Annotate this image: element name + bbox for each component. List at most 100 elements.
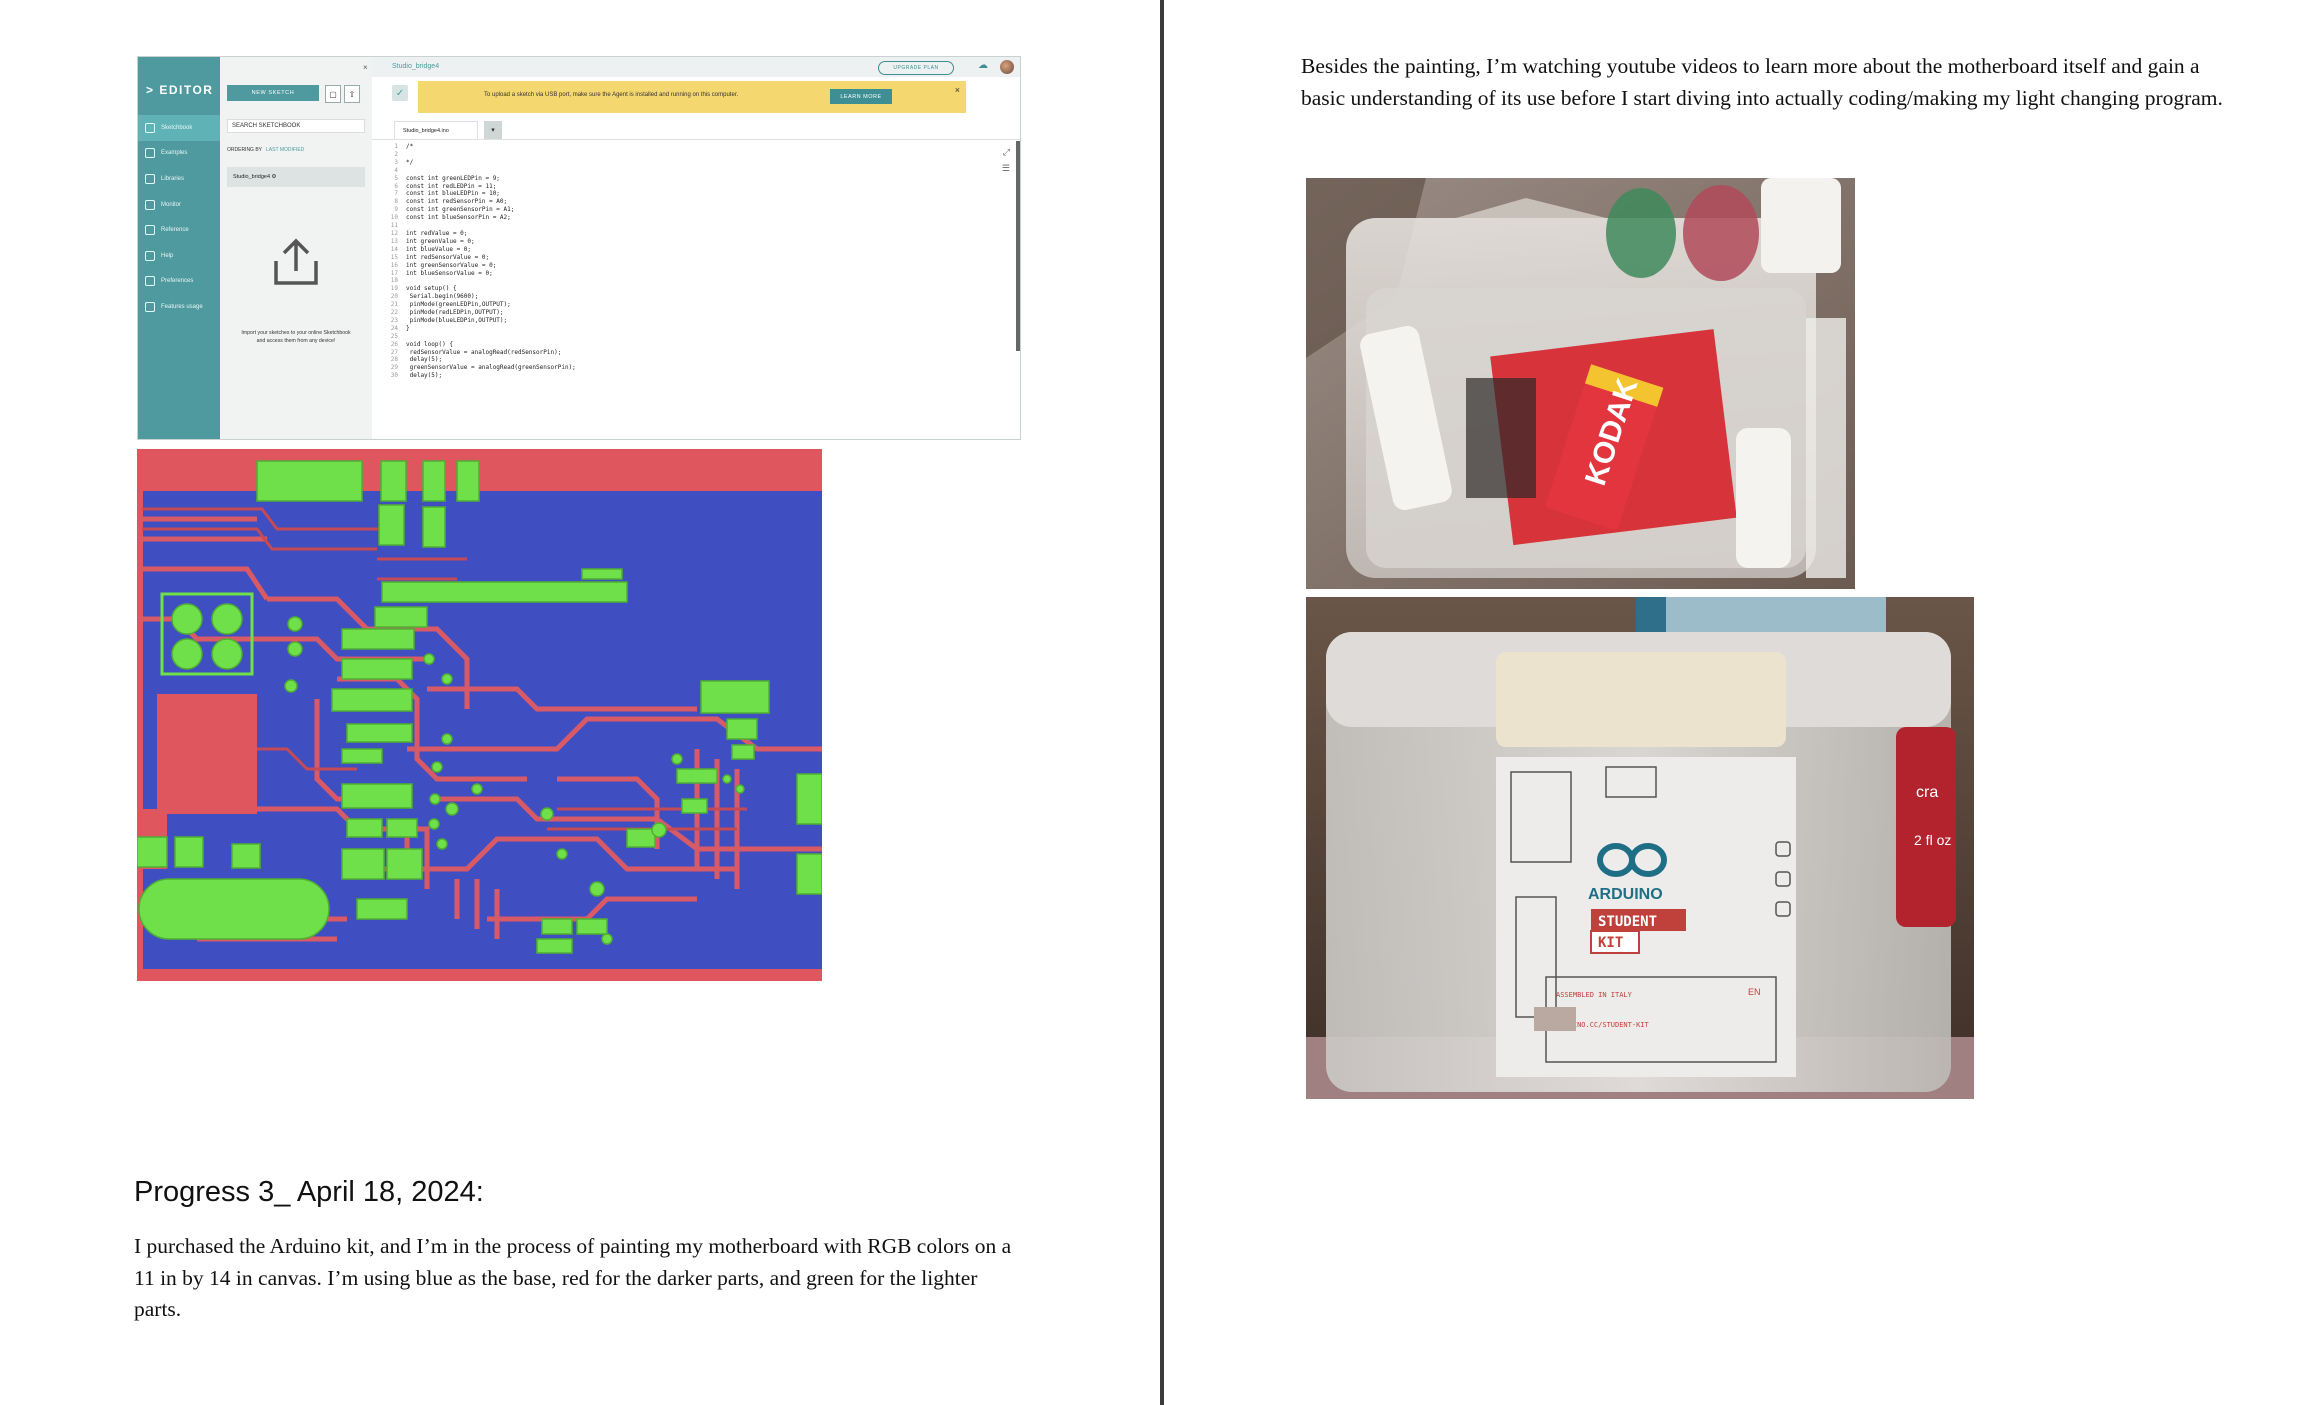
line-number: 1: [394, 143, 398, 150]
code-line: 25: [382, 333, 802, 341]
folder-icon: ▢: [325, 85, 341, 103]
sketch-title: Studio_bridge4: [392, 63, 440, 70]
code-text: const int redLEDPin = 11;: [406, 182, 497, 190]
line-number: 28: [390, 356, 398, 364]
upgrade-plan-button: UPGRADE PLAN: [878, 61, 954, 75]
bottle-brand-label: cra: [1916, 784, 1938, 801]
code-line: 27 redSensorValue = analogRead(redSensor…: [382, 349, 802, 357]
nav-item-examples: Examples: [138, 141, 220, 167]
code-line: 20 Serial.begin(9600);: [382, 293, 802, 301]
code-text: */: [406, 158, 414, 166]
line-number: 13: [390, 237, 398, 245]
monitor-icon: [145, 199, 155, 210]
preferences-icon: [145, 276, 155, 287]
code-line: 1 /*: [382, 143, 802, 151]
line-number: 3: [394, 158, 398, 166]
code-text: const int greenSensorPin = A1;: [406, 206, 515, 214]
learn-more-button: LEARN MORE: [830, 89, 892, 104]
upload-small-icon: ⇧: [344, 85, 360, 103]
sketchbook-search: SEARCH SKETCHBOOK: [227, 119, 365, 133]
nav-item-reference: Reference: [138, 217, 220, 243]
line-number: 23: [390, 316, 398, 324]
editor-logo: > EDITOR: [146, 83, 214, 97]
code-line: 15 int redSensorValue = 0;: [382, 254, 802, 262]
line-number: 15: [390, 253, 398, 261]
code-text: redSensorValue = analogRead(redSensorPin…: [406, 348, 562, 356]
tab-dropdown-icon: ▾: [484, 121, 502, 139]
code-line: 7 const int blueLEDPin = 10;: [382, 190, 802, 198]
line-number: 14: [390, 245, 398, 253]
code-text: pinMode(greenLEDPin,OUTPUT);: [406, 301, 511, 309]
arduino-kit-photo: 2 fl oz cra ARDUINO STUDENT KIT ASSEMBLE: [1306, 597, 1974, 1099]
arduino-logo-text: ARDUINO: [1588, 886, 1663, 903]
code-line: 4: [382, 167, 802, 175]
arduino-editor-screenshot: > EDITOR Sketchbook Examples Libraries M…: [137, 56, 1021, 440]
line-number: 20: [390, 293, 398, 301]
line-number: 16: [390, 261, 398, 269]
code-line: 3 */: [382, 159, 802, 167]
line-number: 18: [390, 277, 398, 285]
code-text: int redSensorValue = 0;: [406, 253, 490, 261]
avatar: [1000, 60, 1014, 74]
line-number: 7: [394, 190, 398, 198]
progress-paragraph: I purchased the Arduino kit, and I’m in …: [134, 1234, 1012, 1321]
features-usage-icon: [145, 301, 155, 312]
line-number: 12: [390, 229, 398, 237]
assembled-label: ASSEMBLED IN ITALY: [1556, 991, 1633, 999]
bottle-label: 2 fl oz: [1914, 832, 1951, 848]
code-line: 29 greenSensorValue = analogRead(greenSe…: [382, 364, 802, 372]
code-line: 17 int blueSensorValue = 0;: [382, 270, 802, 278]
code-line: 18: [382, 277, 802, 285]
editor-nav: Sketchbook Examples Libraries Monitor Re…: [138, 115, 220, 320]
student-label: STUDENT: [1598, 914, 1657, 930]
code-text: int greenValue = 0;: [406, 237, 475, 245]
document-spread: > EDITOR Sketchbook Examples Libraries M…: [0, 0, 2312, 1405]
ordering-value: LAST MODIFIED: [266, 147, 305, 153]
line-number: 17: [390, 269, 398, 277]
verify-check-icon: ✓: [392, 85, 408, 101]
line-number: 25: [390, 332, 398, 340]
line-number: 5: [394, 174, 398, 182]
code-text: }: [406, 324, 410, 332]
code-line: 23 pinMode(blueLEDPin,OUTPUT);: [382, 317, 802, 325]
editor-sketchbook-panel: × NEW SKETCH ▢ ⇧ SEARCH SKETCHBOOK ORDER…: [220, 57, 373, 439]
kit-label: KIT: [1598, 935, 1623, 951]
code-line: 26 void loop() {: [382, 341, 802, 349]
code-line: 13 int greenValue = 0;: [382, 238, 802, 246]
line-number: 2: [394, 150, 398, 158]
code-line: 9 const int greenSensorPin = A1;: [382, 206, 802, 214]
import-hint: Import your sketches to your online Sket…: [241, 330, 351, 345]
line-number: 30: [390, 372, 398, 380]
line-number: 22: [390, 309, 398, 317]
help-icon: [145, 250, 155, 261]
code-line: 16 int greenSensorValue = 0;: [382, 262, 802, 270]
code-line: 5 const int greenLEDPin = 9;: [382, 175, 802, 183]
progress-heading: Progress 3_ April 18, 2024:: [134, 1176, 484, 1208]
battery-box-photo: KODAK: [1306, 178, 1855, 589]
nav-item-sketchbook: Sketchbook: [138, 115, 220, 141]
line-number: 21: [390, 301, 398, 309]
expand-icon: ⤢: [1002, 147, 1010, 157]
code-line: 8 const int redSensorPin = A0;: [382, 198, 802, 206]
code-text: int blueValue = 0;: [406, 245, 472, 253]
upload-icon: [274, 238, 318, 285]
line-number: 4: [394, 166, 398, 174]
tab-underline: [372, 139, 1020, 140]
editor-topbar: Studio_bridge4 UPGRADE PLAN ☁: [372, 57, 1020, 77]
code-text: const int redSensorPin = A0;: [406, 198, 508, 206]
reference-icon: [145, 225, 155, 236]
code-text: pinMode(blueLEDPin,OUTPUT);: [406, 316, 508, 324]
line-number: 10: [390, 214, 398, 222]
code-text: const int blueLEDPin = 10;: [406, 190, 500, 198]
close-icon: ×: [363, 63, 368, 72]
line-number: 19: [390, 285, 398, 293]
code-text: int redValue = 0;: [406, 229, 468, 237]
nav-item-preferences: Preferences: [138, 269, 220, 295]
outline-icon: ☰: [1001, 163, 1010, 173]
line-number: 6: [394, 182, 398, 190]
file-tab: Studio_bridge4.ino: [394, 121, 478, 139]
code-text: delay(5);: [406, 372, 443, 380]
cloud-icon: ☁: [978, 60, 988, 71]
agent-banner: To upload a sketch via USB port, make su…: [418, 81, 966, 113]
research-paragraph: Besides the painting, I’m watching youtu…: [1301, 54, 2223, 110]
